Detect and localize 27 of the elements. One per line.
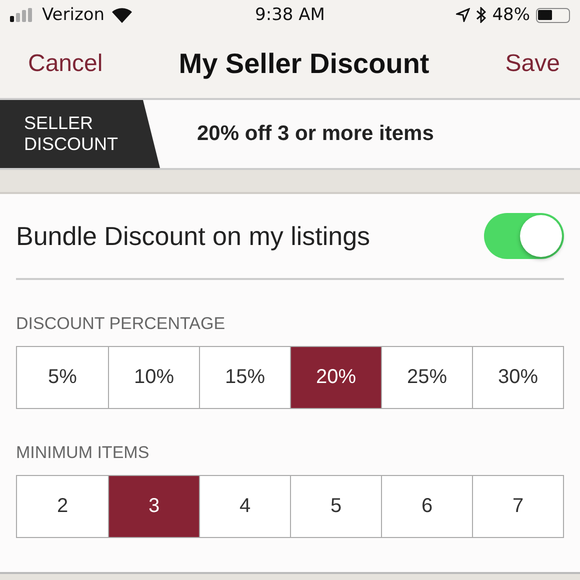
segment-option[interactable]: 5% — [17, 347, 108, 408]
segment-option[interactable]: 6 — [381, 476, 472, 537]
save-button[interactable]: Save — [501, 46, 564, 82]
toggle-label: Bundle Discount on my listings — [16, 220, 370, 252]
clock: 9:38 AM — [255, 5, 325, 25]
segment-option[interactable]: 25% — [381, 347, 472, 408]
bundle-discount-switch[interactable] — [484, 213, 564, 259]
discount-summary: 20% off 3 or more items — [197, 122, 434, 146]
battery-icon — [536, 8, 570, 22]
section-heading: MINIMUM ITEMS — [16, 443, 150, 463]
segment-option[interactable]: 7 — [472, 476, 563, 537]
bluetooth-icon — [476, 7, 486, 23]
segment-option[interactable]: 20% — [290, 347, 381, 408]
cancel-button[interactable]: Cancel — [24, 46, 107, 82]
segment-option[interactable]: 3 — [108, 476, 199, 537]
battery-percentage: 48% — [492, 5, 530, 25]
wifi-icon — [110, 7, 133, 23]
segment-option[interactable]: 2 — [17, 476, 108, 537]
segment-option[interactable]: 30% — [472, 347, 563, 408]
segment-option[interactable]: 5 — [290, 476, 381, 537]
segment-option[interactable]: 15% — [199, 347, 290, 408]
segment-option[interactable]: 4 — [199, 476, 290, 537]
screen-title: My Seller Discount — [178, 48, 430, 80]
section-heading: DISCOUNT PERCENTAGE — [16, 314, 226, 334]
location-arrow-icon — [456, 8, 470, 22]
segment-option[interactable]: 10% — [108, 347, 199, 408]
carrier-name: Verizon — [42, 5, 105, 25]
